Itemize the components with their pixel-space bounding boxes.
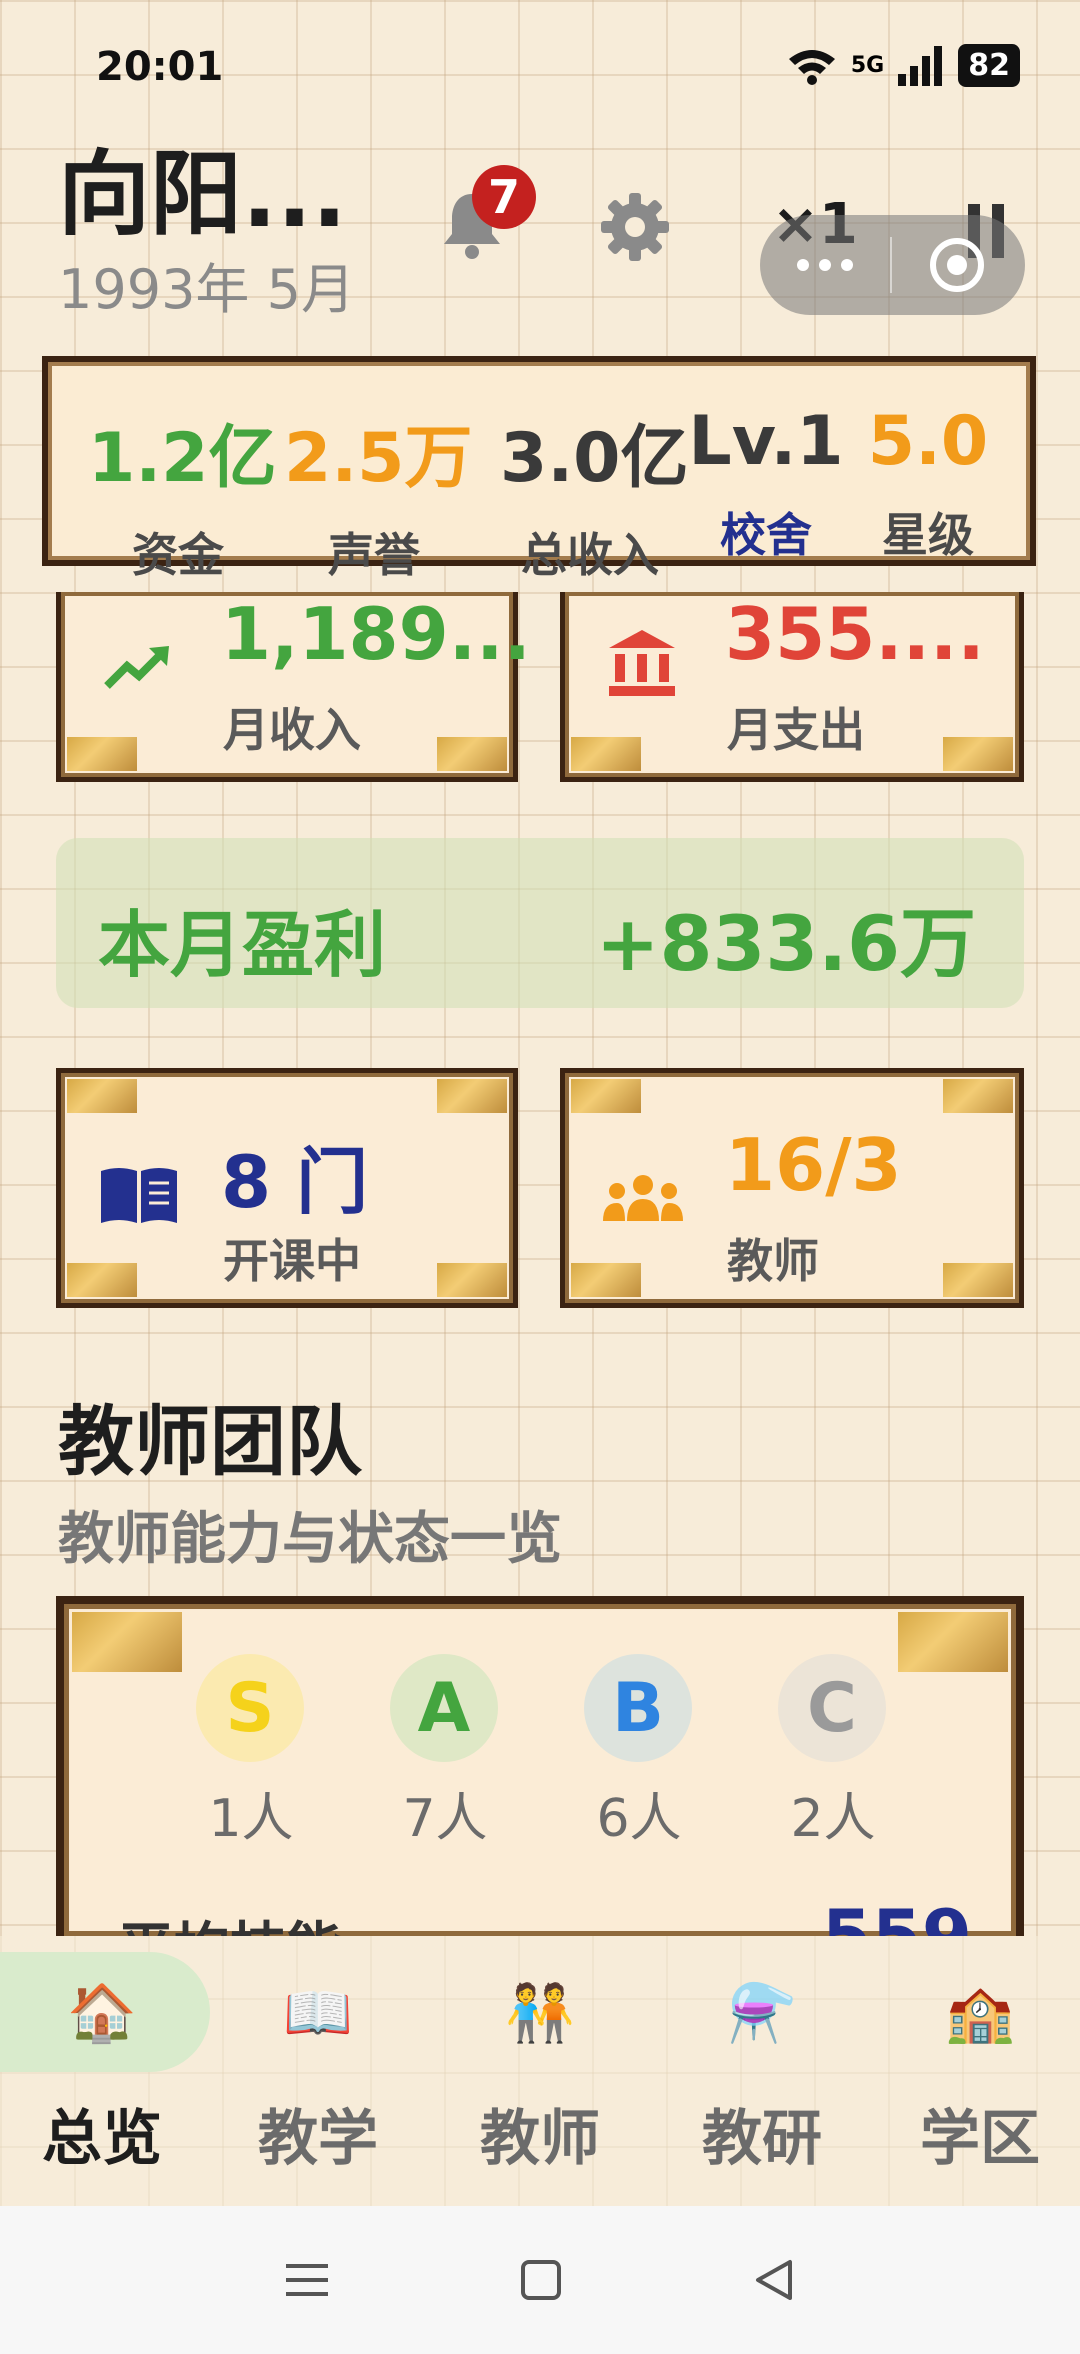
ornament [67,1079,137,1113]
home-square-icon[interactable] [520,2259,562,2301]
card-value: 8 门 [221,1140,369,1224]
avg-skill-value: 559 [821,1894,972,1936]
card-label: 月收入 [223,703,361,757]
nav-label: 教研 [702,2104,822,2174]
monthly-income-card[interactable]: 1,189... 月收入 [56,592,531,782]
school-icon: 🏫 [945,1981,1015,2046]
nav-tab-teachers[interactable]: 🧑‍🤝‍🧑 教师 [432,1980,648,2177]
grade-badge: S [196,1654,304,1762]
house-icon: 🏠 [67,1981,137,2046]
grade-badge: B [584,1654,692,1762]
ornament [437,1263,507,1297]
ornament [67,1263,137,1297]
ornament [571,737,641,771]
book-icon [101,1168,177,1223]
system-nav-bar [0,2206,1080,2354]
close-target-icon[interactable] [892,235,1022,295]
teachers-card[interactable]: 16/3 教师 [560,1068,1024,1308]
grade-s: S 1人 [196,1654,306,1851]
grade-a: A 7人 [390,1654,500,1851]
notification-badge: 7 [472,165,536,229]
book-icon: 📖 [283,1981,353,2046]
card-label: 月支出 [727,703,865,757]
card-value: 355.... [725,592,985,676]
menu-icon[interactable] [284,2260,330,2300]
nav-label: 总览 [42,2104,162,2174]
back-icon[interactable] [752,2258,796,2302]
teacher-team-panel[interactable]: S 1人 A 7人 B 6人 C 2人 平均技能 559 [56,1596,1024,1936]
grade-badge: A [390,1654,498,1762]
monthly-profit-bar: 本月盈利 +833.6万 [56,838,1024,1008]
section-title: 教师团队 [58,1397,362,1486]
ornament [437,737,507,771]
stat-value: 3.0亿 [500,419,689,498]
stat-label: 声誉 [328,528,420,582]
grade-c: C 2人 [778,1654,888,1851]
grade-badge: C [778,1654,886,1762]
gear-icon[interactable] [600,192,670,262]
courses-card[interactable]: 8 门 开课中 [56,1068,518,1308]
nav-tab-research[interactable]: ⚗️ 教研 [654,1980,870,2177]
grade-count: 2人 [790,1789,876,1849]
mini-program-capsule[interactable] [760,215,1025,315]
stat-label: 星级 [882,508,974,562]
ornament [898,1612,1008,1672]
signal-icon [898,45,943,86]
stat-label: 资金 [132,528,224,582]
stat-value: 2.5万 [284,419,473,498]
monthly-expense-card[interactable]: 355.... 月支出 [560,592,1024,782]
ornament [943,1079,1013,1113]
network-label: 5G [850,53,885,78]
wifi-icon [788,49,835,85]
profit-label: 本月盈利 [98,903,387,987]
group-icon [603,1175,683,1221]
stat-funds: 1.2亿 资金 [88,402,277,585]
ornament [943,1263,1013,1297]
ornament [943,737,1013,771]
nav-tab-district[interactable]: 🏫 学区 [872,1980,1080,2177]
school-name[interactable]: 向阳... [58,120,347,253]
stat-value: 1.2亿 [88,419,277,498]
ornament [72,1612,182,1672]
people-icon: 🧑‍🤝‍🧑 [505,1981,575,2046]
stat-campus-level[interactable]: Lv.1 校舍 [686,402,846,565]
status-icons: 5G 82 [787,44,1020,87]
grade-count: 1人 [208,1789,294,1849]
card-value: 1,189... [221,592,531,676]
stat-label: 校舍 [720,508,812,562]
stat-reputation: 2.5万 声誉 [284,402,473,585]
profit-value: +833.6万 [595,899,976,988]
flask-icon: ⚗️ [727,1981,797,2046]
stat-value: 5.0 [867,402,989,481]
ornament [571,1079,641,1113]
status-time: 20:01 [96,44,224,90]
nav-label: 教师 [480,2104,600,2174]
card-label: 教师 [727,1234,819,1288]
stat-label: 总收入 [521,528,659,582]
stats-banner: 1.2亿 资金 2.5万 声誉 3.0亿 总收入 Lv.1 校舍 5.0 星级 [42,356,1036,582]
battery-indicator: 82 [958,44,1020,87]
nav-label: 教学 [258,2104,378,2174]
ornament [571,1263,641,1297]
more-icon[interactable] [760,259,890,271]
card-value: 16/3 [725,1123,902,1207]
bank-icon [609,630,675,696]
card-label: 开课中 [223,1234,361,1288]
grade-count: 6人 [596,1789,682,1849]
stat-value: Lv.1 [688,402,844,481]
stat-star-rating: 5.0 星级 [848,402,1008,565]
stat-total-income: 3.0亿 总收入 [500,402,689,585]
grade-b: B 6人 [584,1654,694,1851]
nav-tab-overview[interactable]: 🏠 总览 [0,1980,210,2177]
trending-up-icon [104,646,169,689]
section-subtitle: 教师能力与状态一览 [58,1507,562,1572]
ornament [437,1079,507,1113]
avg-skill-label: 平均技能 [118,1904,342,1936]
ornament [67,737,137,771]
grade-count: 7人 [402,1789,488,1849]
nav-label: 学区 [920,2104,1040,2174]
nav-tab-teaching[interactable]: 📖 教学 [210,1980,426,2177]
game-date: 1993年 5月 [58,258,355,321]
